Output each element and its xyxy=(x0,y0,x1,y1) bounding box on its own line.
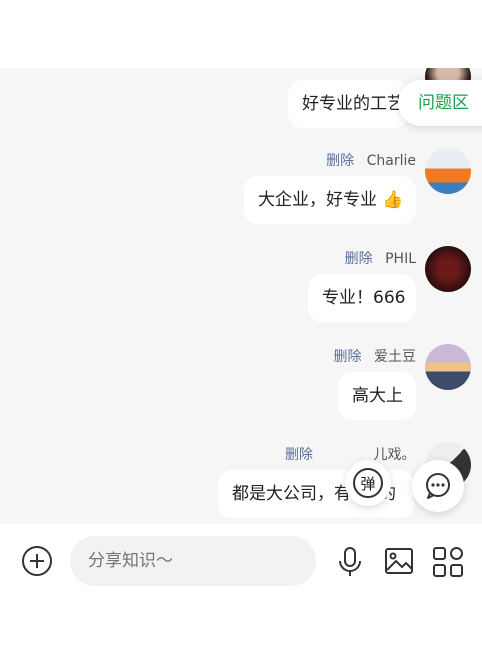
topic-area-label: 问题区 xyxy=(418,93,469,113)
input-bar xyxy=(0,524,482,600)
grid-apps-icon[interactable] xyxy=(432,546,464,578)
message-text: 大企业，好专业 xyxy=(258,190,377,210)
message-meta: 删除 PHIL xyxy=(345,248,416,268)
message-bubble[interactable]: 高大上 xyxy=(338,372,416,420)
message-meta: 删除 Charlie xyxy=(326,150,416,170)
chat-bubble-icon xyxy=(426,473,450,499)
avatar[interactable] xyxy=(425,344,471,390)
chat-area[interactable]: 好专业的工艺 删除 Charlie 大企业，好专业 👍 删除 PHIL 专业！6… xyxy=(0,68,482,524)
message-text: 高大上 xyxy=(352,386,403,406)
delete-link[interactable]: 删除 xyxy=(285,447,313,463)
topic-area-button[interactable]: 问题区 xyxy=(398,80,482,126)
delete-link[interactable]: 删除 xyxy=(334,349,362,365)
delete-link[interactable]: 删除 xyxy=(326,153,354,169)
avatar[interactable] xyxy=(425,148,471,194)
author-name: Charlie xyxy=(366,153,416,169)
message-bubble[interactable]: 专业！666 xyxy=(308,274,416,322)
message-text: 好专业的工艺 xyxy=(302,94,404,114)
comment-button[interactable] xyxy=(412,460,464,512)
author-name: 爱土豆 xyxy=(374,349,416,365)
danmu-button[interactable]: 弹 xyxy=(345,460,391,506)
message-text: 都是大公司，有 xyxy=(232,484,351,504)
message-input[interactable] xyxy=(70,536,316,586)
message-meta: 删除 爱土豆 xyxy=(334,346,416,366)
message-text: 专业！666 xyxy=(322,288,406,308)
microphone-icon[interactable] xyxy=(336,546,364,578)
message-bubble[interactable]: 好专业的工艺 xyxy=(288,80,408,128)
image-icon[interactable] xyxy=(384,546,414,576)
avatar[interactable] xyxy=(425,246,471,292)
danmu-label: 弹 xyxy=(360,474,376,493)
message-meta: 删除 儿戏。 xyxy=(285,444,415,464)
message-bubble[interactable]: 大企业，好专业 👍 xyxy=(244,176,416,224)
author-name: 儿戏。 xyxy=(373,447,416,463)
add-icon[interactable] xyxy=(20,544,54,578)
delete-link[interactable]: 删除 xyxy=(345,251,373,267)
author-name: PHIL xyxy=(385,251,416,267)
thumbs-up-icon: 👍 xyxy=(382,190,404,210)
